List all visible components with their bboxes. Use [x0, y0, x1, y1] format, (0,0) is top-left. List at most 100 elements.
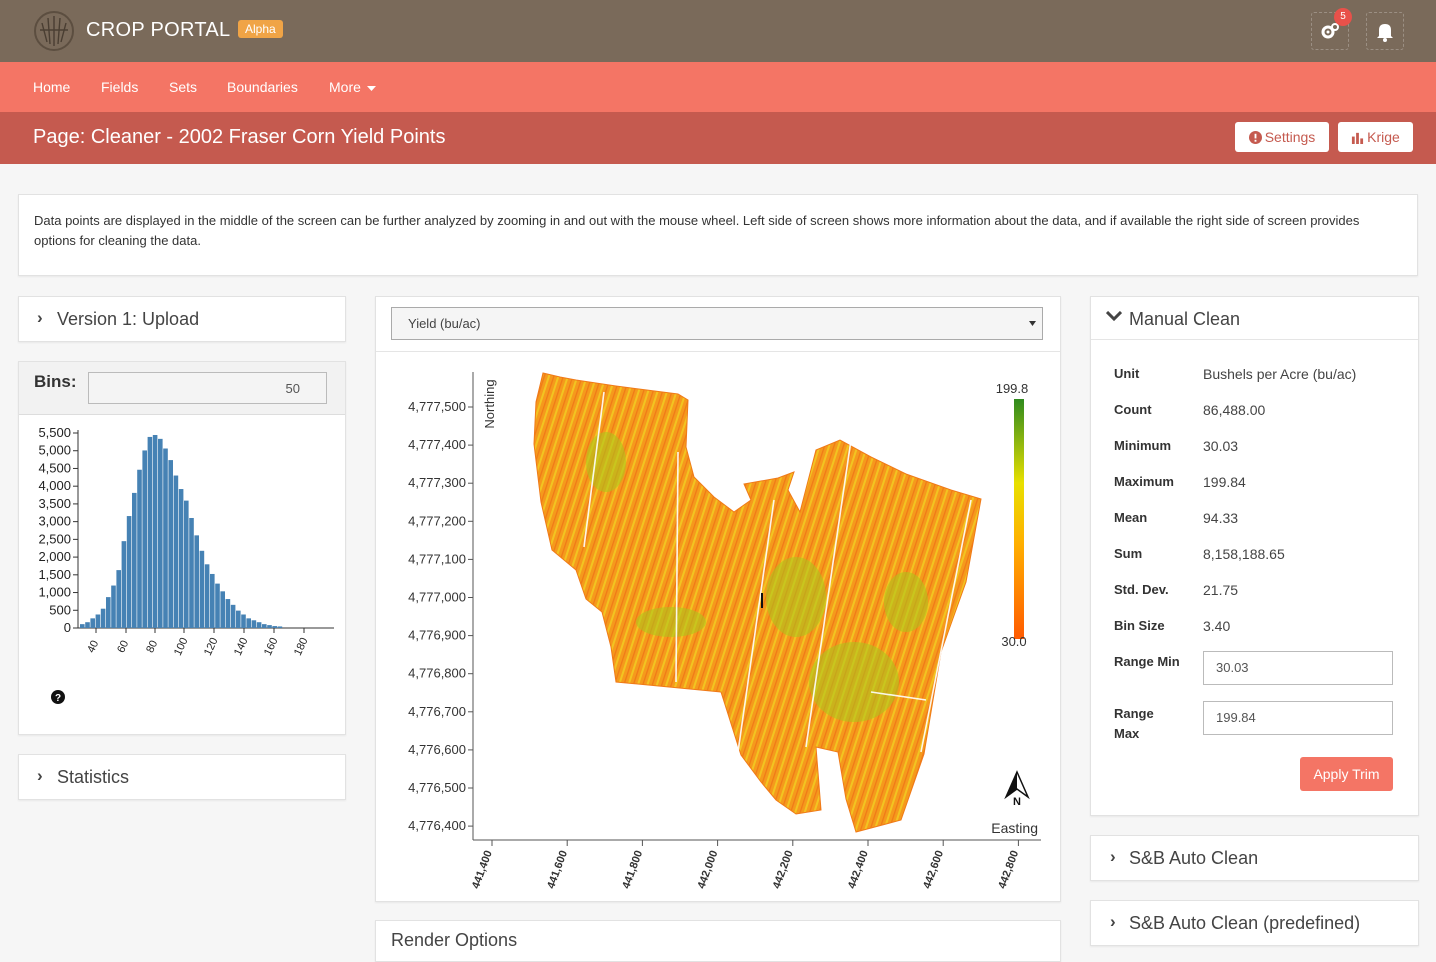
stat-label-bin-size: Bin Size	[1114, 618, 1165, 633]
manual-clean-label[interactable]: Manual Clean	[1129, 309, 1240, 330]
hist-bar	[158, 438, 163, 628]
settings-button-label: Settings	[1264, 129, 1316, 145]
hist-x-tick-label: 120	[202, 636, 221, 658]
hist-bar	[152, 435, 158, 628]
map-x-tick-label: 442,000	[696, 849, 721, 890]
stat-value-bin-size: 3.40	[1203, 618, 1231, 634]
hist-bar	[272, 626, 277, 628]
help-icon[interactable]: ?	[51, 690, 65, 704]
x-axis-ticks: 441,400 441,600 441,800 442,000 442,200 442,4…	[470, 840, 1021, 890]
render-options-label[interactable]: Render Options	[391, 930, 517, 951]
north-label: N	[1013, 796, 1021, 808]
sb-auto-clean-predefined-label[interactable]: S&B Auto Clean (predefined)	[1129, 913, 1360, 934]
intro-panel: Data points are displayed in the middle …	[18, 194, 1418, 276]
krige-button[interactable]: Krige	[1338, 122, 1413, 152]
hist-x-tick-label: 160	[262, 636, 281, 658]
app-brand[interactable]: CROP PORTAL	[86, 19, 230, 42]
apply-trim-button[interactable]: Apply Trim	[1300, 757, 1393, 791]
settings-button[interactable]: Settings	[1235, 122, 1329, 152]
range-max-input[interactable]: 199.84	[1203, 701, 1393, 735]
hist-bar	[116, 570, 121, 628]
top-bar: CROP PORTAL Alpha 5	[0, 0, 1436, 62]
chevron-right-icon: ›	[37, 766, 43, 785]
hist-y-tick-label: 2,000	[38, 549, 71, 564]
alpha-badge: Alpha	[238, 20, 283, 38]
y-axis-ticks: 4,777,500 4,777,400 4,777,300 4,777,200 4,77…	[408, 399, 473, 833]
bins-input[interactable]: 50	[88, 372, 327, 404]
nav-sets[interactable]: Sets	[169, 79, 197, 95]
hist-bar	[132, 492, 137, 628]
info-circle-icon	[1248, 131, 1262, 144]
hist-y-tick-label: 500	[49, 602, 71, 617]
hist-y-tick-label: 0	[64, 620, 71, 635]
bell-icon	[1377, 24, 1393, 42]
chevron-down-icon	[1106, 311, 1122, 322]
hist-y-tick-label: 3,000	[38, 514, 71, 529]
map-y-tick-label: 4,776,500	[408, 780, 466, 795]
range-min-input[interactable]: 30.03	[1203, 651, 1393, 685]
logo-icon	[34, 11, 74, 51]
hist-bar	[246, 618, 251, 628]
map-x-tick-label: 441,600	[545, 849, 570, 890]
notification-count-badge: 5	[1334, 8, 1352, 26]
hist-bar	[126, 516, 132, 628]
hist-bar	[178, 489, 184, 628]
statistics-label[interactable]: Statistics	[57, 767, 129, 788]
hist-y-tick-label: 5,500	[38, 425, 71, 440]
hist-bar	[262, 624, 267, 628]
hist-bar	[80, 624, 85, 628]
hist-x-tick-label: 180	[292, 636, 311, 658]
hist-bar	[210, 573, 215, 628]
map-y-tick-label: 4,777,500	[408, 399, 466, 414]
bar-chart-icon	[1352, 132, 1364, 144]
map-y-tick-label: 4,777,300	[408, 475, 466, 490]
stat-value-count: 86,488.00	[1203, 402, 1266, 418]
map-x-tick-label: 441,400	[470, 849, 495, 890]
hist-bar	[225, 599, 231, 628]
hist-bar	[256, 622, 262, 628]
hist-y-tick-label: 1,000	[38, 585, 71, 600]
page-title: Page: Cleaner - 2002 Fraser Corn Yield P…	[33, 126, 446, 148]
svg-text:?: ?	[55, 693, 61, 704]
hist-bar	[147, 436, 153, 628]
map-y-tick-label: 4,776,800	[408, 666, 466, 681]
bins-label: Bins:	[34, 372, 77, 391]
nav-home[interactable]: Home	[33, 79, 70, 95]
hist-bar	[267, 625, 272, 628]
map-x-tick-label: 442,600	[921, 849, 946, 890]
hist-y-tick-label: 4,000	[38, 478, 71, 493]
stat-label-unit: Unit	[1114, 366, 1140, 381]
yield-map[interactable]: 4,777,500 4,777,400 4,777,300 4,777,200 4,77…	[376, 352, 1059, 892]
map-y-tick-label: 4,776,700	[408, 704, 466, 719]
hist-x-tick-label: 80	[144, 639, 160, 655]
stat-label-count: Count	[1114, 402, 1152, 417]
stat-label-std-dev: Std. Dev.	[1114, 582, 1169, 597]
nav-more[interactable]: More	[329, 79, 361, 95]
stat-label-mean: Mean	[1114, 510, 1148, 525]
map-y-tick-label: 4,777,400	[408, 437, 466, 452]
north-arrow-icon	[1004, 770, 1030, 800]
easting-label: Easting	[991, 820, 1038, 836]
hist-bar	[85, 622, 90, 628]
caret-down-icon	[1029, 321, 1036, 326]
nav-boundaries[interactable]: Boundaries	[227, 79, 298, 95]
layer-select[interactable]: Yield (bu/ac)	[391, 307, 1043, 340]
stat-value-std-dev: 21.75	[1203, 582, 1239, 598]
hist-y-tick-label: 3,500	[38, 496, 71, 511]
map-x-tick-label: 442,800	[996, 849, 1021, 890]
hist-bar	[215, 583, 220, 628]
stat-value-minimum: 30.03	[1203, 438, 1239, 454]
caret-down-icon	[367, 86, 376, 91]
hist-bar	[100, 608, 106, 628]
hist-bar	[95, 614, 101, 628]
notifications-button[interactable]	[1366, 12, 1404, 50]
hist-bar	[184, 500, 189, 628]
legend-max-label: 199.8	[996, 381, 1029, 396]
nav-fields[interactable]: Fields	[101, 79, 138, 95]
histogram-chart[interactable]: 0 500 1,000 1,500 2,000 2,500 3,000 3,500 4,000 4…	[18, 418, 344, 668]
legend-min-label: 30.0	[1001, 634, 1026, 649]
version-label[interactable]: Version 1: Upload	[57, 309, 199, 330]
hist-bar	[189, 517, 194, 628]
hist-x-tick-label: 100	[172, 636, 191, 658]
sb-auto-clean-label[interactable]: S&B Auto Clean	[1129, 848, 1258, 869]
